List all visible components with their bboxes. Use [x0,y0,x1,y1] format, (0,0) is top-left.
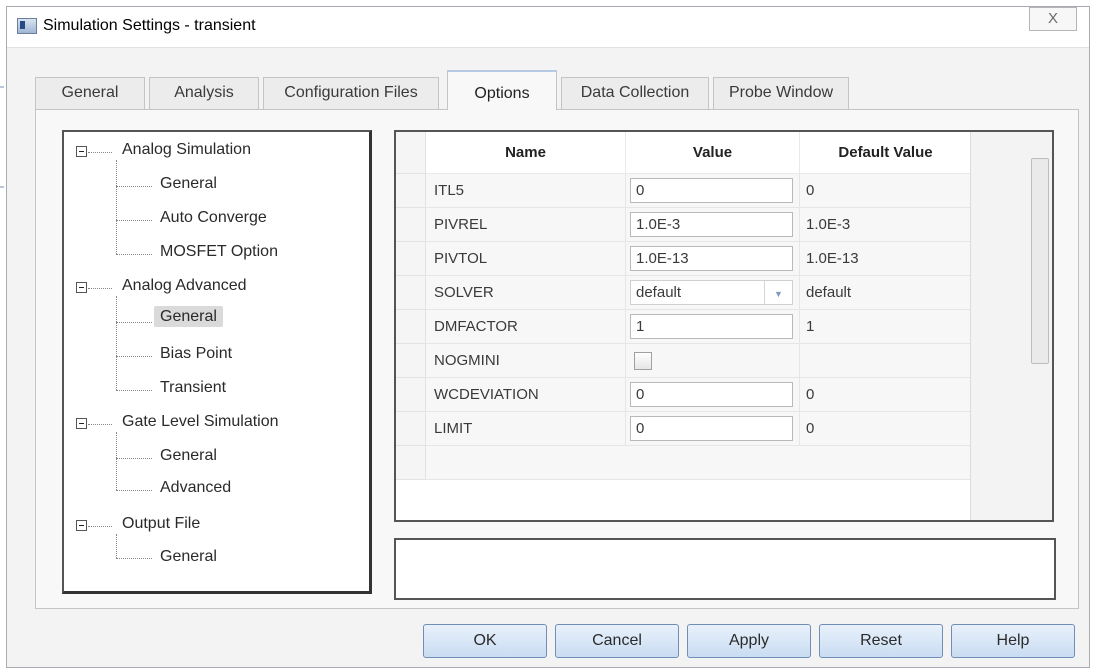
option-name: DMFACTOR [426,310,626,344]
title-bar: Simulation Settings - transient X [7,7,1089,48]
pivtol-value-input[interactable]: 1.0E-13 [630,246,793,271]
app-icon [17,18,37,34]
collapse-icon[interactable] [76,146,87,157]
simulation-settings-dialog: Simulation Settings - transient X Genera… [6,6,1090,668]
tab-data-collection[interactable]: Data Collection [561,77,709,109]
solver-selected-value: default [636,284,682,301]
tree-item-general-selected[interactable]: General [154,306,223,327]
option-value-cell: default ▼ [626,276,800,310]
row-header[interactable] [396,310,426,344]
tab-probe-window[interactable]: Probe Window [713,77,849,109]
options-tree: Analog Simulation General Auto Converge … [62,130,372,594]
option-default: 1.0E-13 [800,242,972,276]
close-button[interactable]: X [1029,7,1077,31]
option-name: NOGMINI [426,344,626,378]
help-button[interactable]: Help [951,624,1075,658]
tree-group-analog-simulation[interactable]: Analog Simulation [122,141,251,159]
options-grid: Name Value Default Value ITL5 0 0 PIVREL… [394,130,1054,522]
solver-select[interactable]: default ▼ [630,280,793,305]
option-default [800,344,972,378]
tab-label: Configuration Files [284,84,418,101]
table-row [426,446,972,480]
tab-label: Options [474,85,530,102]
limit-value-input[interactable]: 0 [630,416,793,441]
tab-analysis[interactable]: Analysis [149,77,259,109]
tree-item-auto-converge[interactable]: Auto Converge [160,209,267,227]
option-name: SOLVER [426,276,626,310]
row-header[interactable] [396,412,426,446]
option-default: 1.0E-3 [800,208,972,242]
corner-cell [396,132,426,174]
close-icon: X [1047,10,1058,27]
options-panel: Analog Simulation General Auto Converge … [35,109,1079,609]
tree-item-label: General [154,306,223,327]
column-header-name[interactable]: Name [426,132,626,174]
tree-group-gate-level-simulation[interactable]: Gate Level Simulation [122,413,279,431]
row-header[interactable] [396,208,426,242]
grid-scrollbar[interactable] [970,132,1052,520]
option-default: 0 [800,174,972,208]
scrollbar-thumb[interactable] [1031,158,1049,364]
tab-label: Analysis [174,84,234,101]
column-header-value[interactable]: Value [626,132,800,174]
row-header[interactable] [396,174,426,208]
dmfactor-value-input[interactable]: 1 [630,314,793,339]
tab-label: General [61,84,119,101]
collapse-icon[interactable] [76,418,87,429]
cancel-button[interactable]: Cancel [555,624,679,658]
row-header[interactable] [396,276,426,310]
window-title: Simulation Settings - transient [43,17,256,34]
row-header[interactable] [396,344,426,378]
apply-button[interactable]: Apply [687,624,811,658]
tab-label: Data Collection [580,84,690,101]
option-value-cell: 1.0E-13 [626,242,800,276]
tree-item-general[interactable]: General [160,447,217,465]
tree-group-analog-advanced[interactable]: Analog Advanced [122,277,247,295]
tree-item-transient[interactable]: Transient [160,379,226,397]
option-description-box [394,538,1056,600]
wcdeviation-value-input[interactable]: 0 [630,382,793,407]
row-header[interactable] [396,242,426,276]
itl5-value-input[interactable]: 0 [630,178,793,203]
nogmini-checkbox[interactable] [634,352,652,370]
option-default: 1 [800,310,972,344]
tree-item-bias-point[interactable]: Bias Point [160,345,232,363]
row-header[interactable] [396,378,426,412]
tab-label: Probe Window [728,84,834,101]
tab-strip: General Analysis Configuration Files Opt… [35,70,1085,110]
column-header-default-value[interactable]: Default Value [800,132,972,174]
option-name: PIVTOL [426,242,626,276]
option-name: LIMIT [426,412,626,446]
tree-item-mosfet-option[interactable]: MOSFET Option [160,243,278,261]
chevron-down-icon[interactable]: ▼ [764,281,792,304]
ok-button[interactable]: OK [423,624,547,658]
tree-item-general[interactable]: General [160,175,217,193]
option-value-cell: 0 [626,174,800,208]
option-value-cell: 1.0E-3 [626,208,800,242]
tab-options[interactable]: Options [447,70,557,110]
collapse-icon[interactable] [76,520,87,531]
option-name: ITL5 [426,174,626,208]
collapse-icon[interactable] [76,282,87,293]
option-value-cell: 1 [626,310,800,344]
pivrel-value-input[interactable]: 1.0E-3 [630,212,793,237]
reset-button[interactable]: Reset [819,624,943,658]
option-name: PIVREL [426,208,626,242]
option-name: WCDEVIATION [426,378,626,412]
tree-group-output-file[interactable]: Output File [122,515,200,533]
option-default: default [800,276,972,310]
option-value-cell: 0 [626,412,800,446]
tab-configuration-files[interactable]: Configuration Files [263,77,439,109]
tree-item-advanced[interactable]: Advanced [160,479,231,497]
option-value-cell: 0 [626,378,800,412]
option-default: 0 [800,412,972,446]
option-default: 0 [800,378,972,412]
row-header[interactable] [396,446,426,480]
option-value-cell [626,344,800,378]
tree-item-general[interactable]: General [160,548,217,566]
tab-general[interactable]: General [35,77,145,109]
